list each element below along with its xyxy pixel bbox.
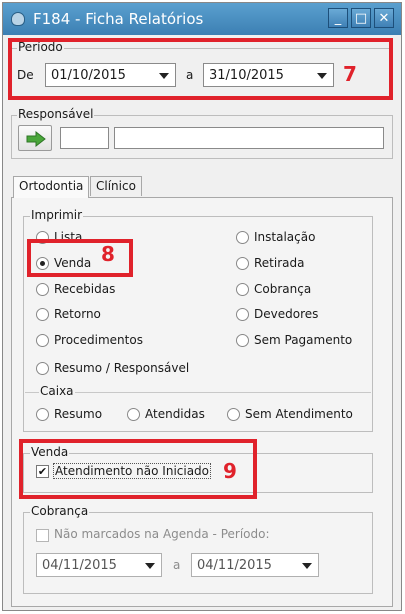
cobranca-to-dropdown[interactable]: 04/11/2015 (191, 553, 319, 577)
radio-instalacao-label: Instalação (254, 230, 316, 244)
radio-retirada[interactable] (236, 257, 249, 270)
responsavel-code-input[interactable] (60, 127, 109, 149)
radio-sem-pagamento-label: Sem Pagamento (254, 333, 353, 347)
radio-retirada-label: Retirada (254, 256, 305, 270)
radio-recebidas-label: Recebidas (54, 282, 116, 296)
radio-procedimentos-label: Procedimentos (54, 333, 143, 347)
responsavel-name-input[interactable] (114, 127, 384, 149)
radio-caixa-sem-atendimento-label: Sem Atendimento (245, 407, 353, 421)
maximize-button[interactable]: □ (351, 8, 371, 28)
radio-retorno[interactable] (36, 308, 49, 321)
radio-cobranca-label: Cobrança (254, 282, 312, 296)
annotation-number-8: 8 (101, 242, 115, 266)
annotation-number-9: 9 (223, 459, 237, 483)
annotation-number-7: 7 (343, 62, 357, 86)
radio-caixa-resumo[interactable] (36, 408, 49, 421)
radio-procedimentos[interactable] (36, 334, 49, 347)
chevron-down-icon (302, 563, 312, 569)
minimize-button[interactable]: _ (328, 8, 348, 28)
radio-devedores-label: Devedores (254, 307, 319, 321)
imprimir-label: Imprimir (30, 208, 84, 222)
radio-devedores[interactable] (236, 308, 249, 321)
checkbox-nao-marcados-label: Não marcados na Agenda - Período: (54, 527, 270, 541)
cobranca-from-value: 04/11/2015 (42, 558, 117, 573)
tab-ortodontia[interactable]: Ortodontia (13, 176, 90, 198)
cobranca-label: Cobrança (30, 504, 90, 518)
close-button[interactable]: ✕ (374, 8, 394, 28)
window-title: F184 - Ficha Relatórios (33, 10, 204, 28)
radio-caixa-sem-atendimento[interactable] (227, 408, 240, 421)
annotation-box-9 (19, 439, 257, 499)
annotation-box-8 (27, 239, 133, 277)
caixa-label: Caixa (39, 384, 75, 398)
responsavel-label: Responsável (17, 107, 95, 121)
radio-resumo-responsavel[interactable] (36, 362, 49, 375)
tab-clinico[interactable]: Clínico (90, 176, 142, 196)
radio-cobranca[interactable] (236, 283, 249, 296)
select-responsavel-button[interactable] (18, 125, 52, 151)
cobranca-from-dropdown[interactable]: 04/11/2015 (36, 553, 162, 577)
annotation-box-7 (8, 38, 393, 100)
radio-recebidas[interactable] (36, 283, 49, 296)
checkbox-nao-marcados[interactable] (36, 529, 49, 542)
radio-caixa-atendidas-label: Atendidas (145, 407, 205, 421)
radio-instalacao[interactable] (236, 231, 249, 244)
chevron-down-icon (145, 563, 155, 569)
cobranca-to-value: 04/11/2015 (197, 558, 272, 573)
radio-sem-pagamento[interactable] (236, 334, 249, 347)
radio-caixa-atendidas[interactable] (127, 408, 140, 421)
cobranca-a-label: a (173, 558, 181, 572)
radio-resumo-responsavel-label: Resumo / Responsável (54, 361, 190, 375)
radio-caixa-resumo-label: Resumo (54, 407, 103, 421)
title-bar[interactable]: F184 - Ficha Relatórios _ □ ✕ (3, 3, 401, 35)
caixa-separator (25, 392, 371, 393)
arrow-right-icon (26, 131, 46, 147)
radio-retorno-label: Retorno (54, 307, 101, 321)
app-shield-icon (11, 12, 25, 26)
